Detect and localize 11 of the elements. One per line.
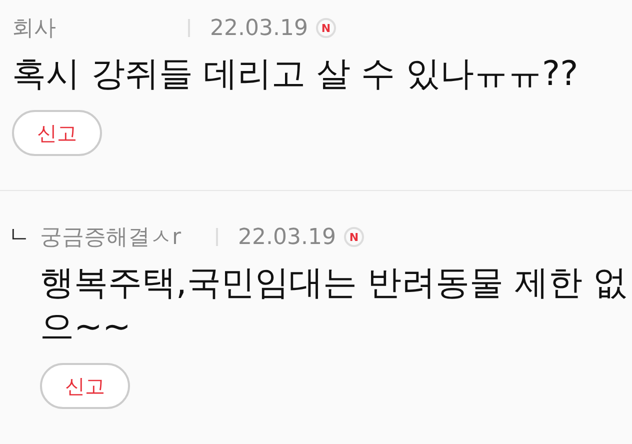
comment-text: 혹시 강쥐들 데리고 살 수 있나ㅠㅠ??: [12, 53, 580, 96]
report-button[interactable]: 신고: [40, 363, 130, 409]
new-badge: N: [344, 227, 364, 247]
report-button[interactable]: 신고: [12, 110, 102, 156]
comment-text: 행복주택,국민임대는 반려동물 제한 없으~~: [40, 262, 628, 349]
comment-date: 22.03.19: [238, 224, 336, 250]
reply-marker: ㄴ: [7, 222, 31, 250]
new-badge: N: [316, 18, 336, 38]
comment-date: 22.03.19: [210, 16, 308, 40]
author-name: 회사: [12, 15, 57, 43]
author-name: 궁금증해결ㅅr: [40, 224, 182, 252]
